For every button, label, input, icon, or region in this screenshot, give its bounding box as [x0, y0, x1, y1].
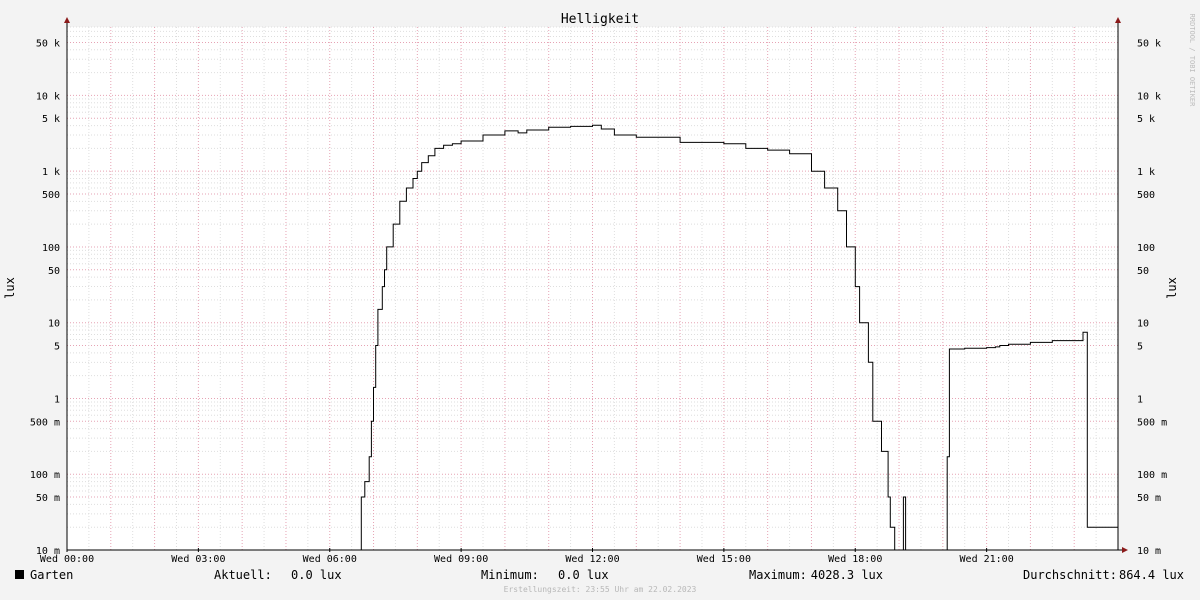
y-tick-label-left: 1 — [54, 394, 60, 405]
y-tick-label-right: 10 k — [1137, 91, 1161, 102]
rrd-chart: 10 m 10 m50 m 50 m100 m 100 m500 m 500 m1 15 5… — [0, 0, 1200, 600]
legend-min-value: 0.0 lux — [558, 568, 609, 582]
x-tick-label: Wed 09:00 — [434, 554, 488, 565]
x-tick-label: Wed 06:00 — [303, 554, 357, 565]
legend-min-label: Minimum: — [481, 568, 539, 582]
y-tick-label-left: 10 — [48, 319, 60, 330]
legend-series-name: Garten — [30, 568, 73, 582]
y-axis-label-right: lux — [1165, 277, 1179, 299]
y-tick-label-right: 10 — [1137, 319, 1149, 330]
y-tick-label-right: 50 — [1137, 266, 1149, 277]
x-tick-label: Wed 21:00 — [960, 554, 1014, 565]
watermark: RRDTOOL / TOBI OETIKER — [1188, 14, 1196, 108]
y-tick-label-right: 500 m — [1137, 417, 1167, 428]
x-tick-label: Wed 12:00 — [565, 554, 619, 565]
x-tick-label: Wed 18:00 — [828, 554, 882, 565]
y-tick-label-right: 50 m — [1137, 493, 1161, 504]
y-tick-label-left: 50 m — [36, 493, 60, 504]
legend-avg-value: 864.4 lux — [1119, 568, 1184, 582]
y-tick-label-left: 1 k — [42, 167, 60, 178]
y-tick-label-left: 5 — [54, 342, 60, 353]
y-tick-label-right: 50 k — [1137, 38, 1161, 49]
y-tick-label-right: 100 — [1137, 243, 1155, 254]
y-tick-label-left: 5 k — [42, 114, 60, 125]
y-axis-label-left: lux — [3, 277, 17, 299]
legend-max-value: 4028.3 lux — [811, 568, 883, 582]
y-tick-label-left: 100 m — [30, 470, 60, 481]
x-tick-label: Wed 00:00 — [40, 554, 94, 565]
x-tick-label: Wed 15:00 — [697, 554, 751, 565]
legend-swatch — [15, 570, 24, 579]
y-tick-label-right: 10 m — [1137, 546, 1161, 557]
legend-current-label: Aktuell: — [214, 568, 272, 582]
y-tick-label-left: 500 — [42, 190, 60, 201]
y-tick-label-left: 100 — [42, 243, 60, 254]
legend-max-label: Maximum: — [749, 568, 807, 582]
y-tick-label-right: 1 — [1137, 394, 1143, 405]
y-tick-label-left: 10 k — [36, 91, 60, 102]
y-tick-label-right: 5 k — [1137, 114, 1155, 125]
y-tick-label-right: 500 — [1137, 190, 1155, 201]
y-tick-label-right: 1 k — [1137, 167, 1155, 178]
y-tick-label-right: 5 — [1137, 342, 1143, 353]
y-tick-label-left: 500 m — [30, 417, 60, 428]
footer-timestamp: Erstellungszeit: 23:55 Uhr am 22.02.2023 — [504, 585, 697, 594]
y-tick-label-left: 50 — [48, 266, 60, 277]
chart-title: Helligkeit — [561, 12, 639, 27]
legend-avg-label: Durchschnitt: — [1023, 568, 1117, 582]
y-tick-label-right: 100 m — [1137, 470, 1167, 481]
x-tick-label: Wed 03:00 — [171, 554, 225, 565]
legend-current-value: 0.0 lux — [291, 568, 342, 582]
y-tick-label-left: 50 k — [36, 38, 60, 49]
